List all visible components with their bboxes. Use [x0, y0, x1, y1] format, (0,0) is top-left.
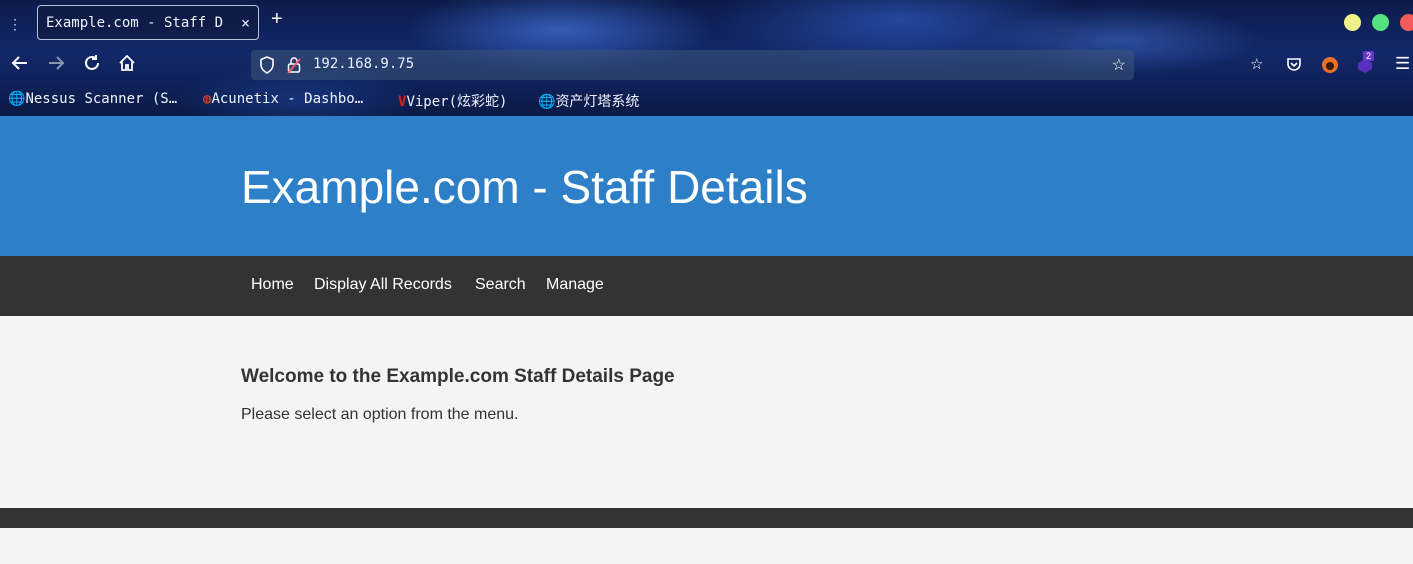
welcome-text: Please select an option from the menu.	[241, 406, 519, 423]
nav-manage-link[interactable]: Manage	[546, 276, 604, 294]
nav-home-link[interactable]: Home	[251, 276, 294, 294]
globe-icon: 🌐	[538, 94, 556, 110]
close-window-button[interactable]	[1400, 14, 1413, 31]
nav-display-all-records-link[interactable]: Display All Records	[314, 276, 452, 294]
bookmark-star-icon[interactable]: ☆	[1112, 55, 1126, 75]
page-title: Example.com - Staff Details	[241, 161, 808, 213]
bookmark-item-nessus[interactable]: 🌐Nessus Scanner (S…	[8, 91, 177, 107]
url-text[interactable]: 192.168.9.75	[313, 56, 414, 72]
minimize-window-button[interactable]	[1344, 14, 1361, 31]
site-header: Example.com - Staff Details	[0, 116, 1413, 256]
home-icon[interactable]	[118, 54, 136, 72]
bookmark-item-acunetix[interactable]: ◍Acunetix - Dashbo…	[203, 91, 363, 107]
bookmarks-toolbar: 🌐Nessus Scanner (S… ◍Acunetix - Dashbo… …	[0, 88, 1413, 112]
bookmark-label: 资产灯塔系统	[555, 94, 640, 110]
welcome-heading: Welcome to the Example.com Staff Details…	[241, 366, 675, 387]
forward-icon[interactable]	[47, 54, 65, 72]
main-nav: Home Display All Records Search Manage	[0, 256, 1413, 316]
pocket-icon[interactable]	[1286, 56, 1302, 72]
shield-icon[interactable]	[259, 56, 275, 74]
main-content: Welcome to the Example.com Staff Details…	[0, 316, 1413, 508]
bookmark-label: Viper(炫彩蛇)	[406, 94, 508, 110]
nav-search-link[interactable]: Search	[475, 276, 526, 294]
new-tab-icon[interactable]: +	[271, 9, 283, 29]
tab-close-icon[interactable]: ×	[241, 14, 250, 32]
bookmark-item-asset-lighthouse[interactable]: 🌐资产灯塔系统	[538, 91, 639, 111]
tab-list-icon[interactable]: ⋮	[8, 16, 22, 33]
tab-title: Example.com - Staff D	[46, 15, 224, 31]
maximize-window-button[interactable]	[1372, 14, 1389, 31]
pocket-save-icon[interactable]: ☆	[1250, 55, 1263, 73]
browser-chrome: ⋮ Example.com - Staff D × + 192.168.9.75…	[0, 0, 1413, 116]
extension-badge: 2	[1363, 51, 1375, 61]
reload-icon[interactable]	[83, 54, 101, 72]
extension-fox-icon[interactable]	[1321, 56, 1339, 74]
back-icon[interactable]	[11, 54, 29, 72]
site-footer	[0, 508, 1413, 528]
insecure-lock-icon[interactable]	[287, 56, 301, 74]
bookmark-label: Acunetix - Dashbo…	[211, 91, 364, 107]
bookmark-label: Nessus Scanner (S…	[25, 91, 178, 107]
bookmark-item-viper[interactable]: VViper(炫彩蛇)	[398, 91, 507, 111]
address-bar[interactable]: 192.168.9.75 ☆	[251, 50, 1134, 80]
globe-icon: 🌐	[8, 91, 26, 107]
hamburger-menu-icon[interactable]: ☰	[1395, 54, 1410, 74]
browser-tab[interactable]: Example.com - Staff D ×	[37, 5, 259, 40]
